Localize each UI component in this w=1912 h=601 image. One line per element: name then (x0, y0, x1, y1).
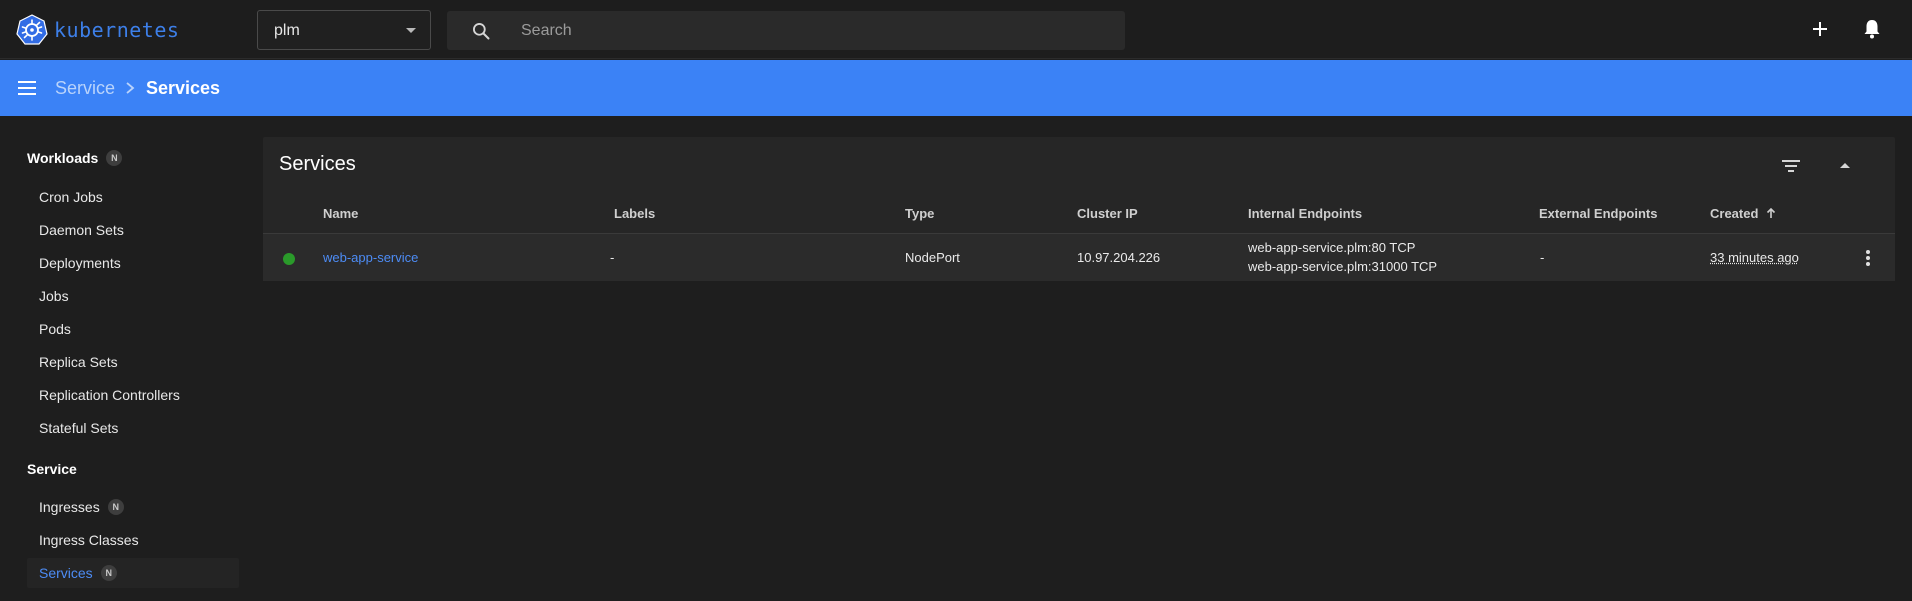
breadcrumb-current: Services (146, 78, 221, 98)
type-cell: NodePort (905, 250, 960, 265)
sidebar-item-label: Replica Sets (39, 354, 118, 370)
breadcrumb-bar: Service Services (0, 60, 1912, 116)
kubernetes-helm-icon (16, 14, 48, 45)
sidebar-item-ingress-classes[interactable]: Ingress Classes (27, 525, 239, 555)
nav-group-label: Service (27, 461, 77, 477)
sidebar-nav: Workloads N Cron Jobs Daemon Sets Deploy… (0, 116, 248, 601)
column-header-internal-endpoints: Internal Endpoints (1248, 206, 1363, 221)
sidebar-item-label: Daemon Sets (39, 222, 124, 238)
sidebar-item-replication-controllers[interactable]: Replication Controllers (27, 380, 239, 410)
more-vert-icon[interactable] (1857, 247, 1879, 269)
sidebar-item-label: Deployments (39, 255, 121, 271)
created-age[interactable]: 33 minutes ago (1710, 250, 1799, 265)
external-endpoints-cell: - (1540, 250, 1545, 265)
search-input[interactable] (521, 11, 1101, 50)
column-header-labels: Labels (614, 206, 656, 221)
notifications-bell-icon[interactable] (1859, 16, 1885, 42)
sidebar-item-label: Stateful Sets (39, 420, 119, 436)
labels-cell: - (610, 250, 615, 265)
sidebar-item-label: Ingresses (39, 499, 100, 515)
chevron-right-icon (126, 82, 135, 94)
add-icon[interactable] (1807, 16, 1833, 42)
app-name: kubernetes (54, 18, 180, 42)
sidebar-item-deployments[interactable]: Deployments (27, 248, 239, 278)
sidebar-item-label: Services (39, 565, 93, 581)
column-header-cluster-ip: Cluster IP (1077, 206, 1138, 221)
nav-group-service[interactable]: Service (27, 461, 77, 477)
sidebar-item-label: Pods (39, 321, 71, 337)
column-header-external-endpoints: External Endpoints (1539, 206, 1658, 221)
sidebar-item-pods[interactable]: Pods (27, 314, 239, 344)
kubernetes-logo[interactable]: kubernetes (16, 14, 179, 46)
cluster-ip-cell: 10.97.204.226 (1077, 250, 1161, 265)
sidebar-item-jobs[interactable]: Jobs (27, 281, 239, 311)
table-header: Name Labels Type Cluster IP Internal End… (263, 194, 1895, 234)
internal-endpoint-1: web-app-service.plm:80 TCP (1248, 240, 1416, 255)
sidebar-item-label: Replication Controllers (39, 387, 180, 403)
sidebar-item-stateful-sets[interactable]: Stateful Sets (27, 413, 239, 443)
sidebar-item-ingresses[interactable]: Ingresses N (27, 492, 239, 522)
nav-group-label: Workloads (27, 150, 99, 166)
new-badge: N (106, 150, 123, 166)
sidebar-item-daemon-sets[interactable]: Daemon Sets (27, 215, 239, 245)
service-name-link[interactable]: web-app-service (323, 250, 418, 265)
filter-icon[interactable] (1779, 154, 1803, 178)
column-header-name[interactable]: Name (323, 206, 358, 221)
column-header-type: Type (905, 206, 935, 221)
status-running-icon (283, 253, 295, 265)
breadcrumb-parent-link[interactable]: Service (55, 78, 115, 99)
namespace-value: plm (274, 22, 300, 39)
sidebar-item-label: Cron Jobs (39, 189, 103, 205)
nav-group-workloads[interactable]: Workloads N (27, 150, 123, 166)
menu-hamburger-icon[interactable] (16, 77, 38, 99)
column-header-created[interactable]: Created (1710, 206, 1777, 221)
search-icon[interactable] (471, 21, 491, 41)
new-badge: N (107, 499, 124, 515)
sort-arrow-up-icon (1766, 207, 1776, 218)
namespace-select[interactable]: plm (257, 10, 431, 50)
collapse-caret-up-icon[interactable] (1833, 154, 1857, 178)
services-card: Services Name Labels Type Cluster IP Int… (263, 137, 1895, 281)
internal-endpoint-2: web-app-service.plm:31000 TCP (1248, 259, 1438, 274)
column-header-label: Created (1710, 206, 1759, 221)
sidebar-item-label: Jobs (39, 288, 69, 304)
table-row[interactable]: web-app-service - NodePort 10.97.204.226… (263, 234, 1895, 281)
new-badge: N (100, 565, 117, 581)
sidebar-item-cron-jobs[interactable]: Cron Jobs (27, 182, 239, 212)
top-toolbar: kubernetes plm (0, 0, 1912, 59)
sidebar-item-replica-sets[interactable]: Replica Sets (27, 347, 239, 377)
search-bar (447, 11, 1125, 50)
sidebar-item-label: Ingress Classes (39, 532, 139, 548)
chevron-down-icon (406, 28, 416, 33)
sidebar-item-services[interactable]: Services N (27, 558, 239, 588)
card-title: Services (279, 153, 356, 175)
